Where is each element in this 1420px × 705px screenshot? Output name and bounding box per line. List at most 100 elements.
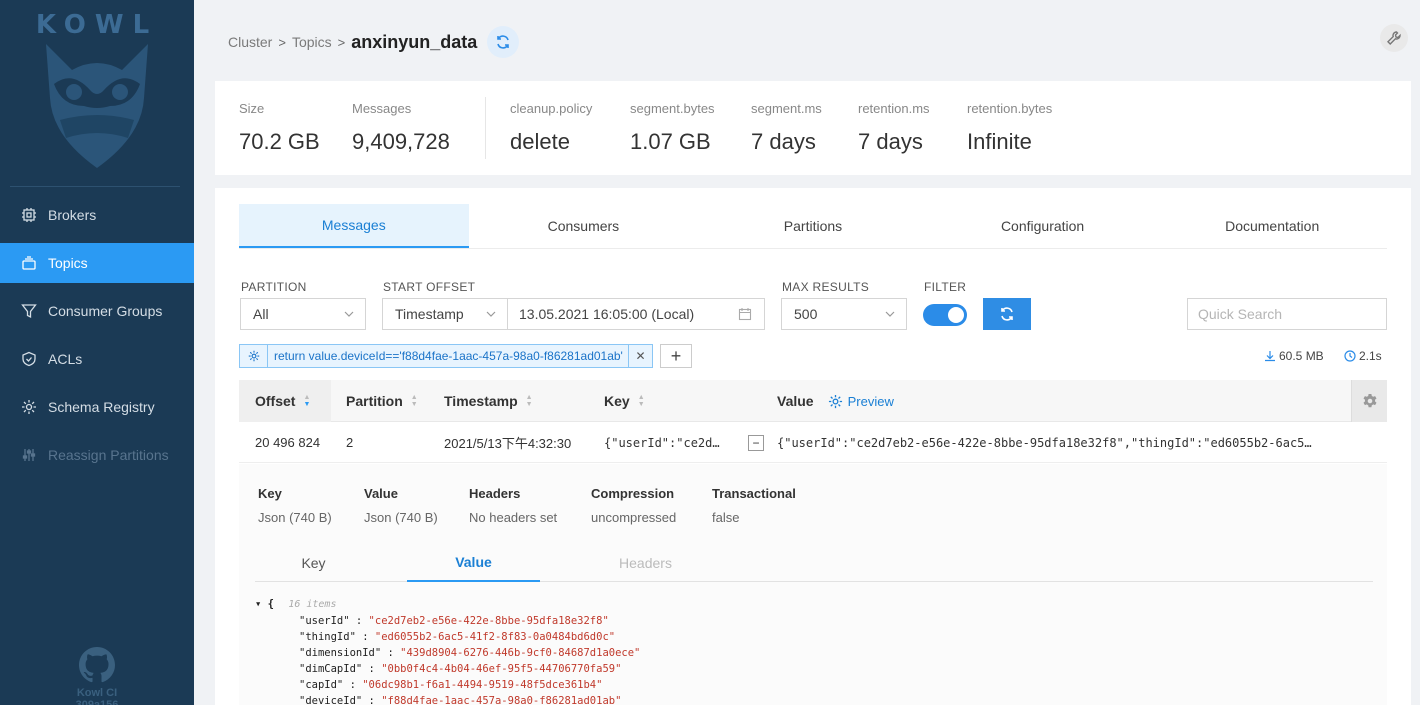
download-icon xyxy=(1265,351,1275,362)
footer-version: 309a156 xyxy=(75,699,119,705)
column-offset[interactable]: Offset ▲ ▼ xyxy=(239,380,331,422)
json-viewer: ▾ { 16 items "userId" : "ce2d7eb2-e56e-4… xyxy=(255,596,640,705)
stat-value: 7 days xyxy=(858,129,923,154)
json-key: "dimensionId" xyxy=(299,647,382,659)
detail-value-info: Value Json (740 B) xyxy=(364,486,438,525)
detail-headers: Headers No headers set xyxy=(469,486,557,525)
start-timestamp-picker[interactable]: 13.05.2021 16:05:00 (Local) xyxy=(507,298,765,330)
sidebar-divider xyxy=(10,186,180,187)
settings-tool-button[interactable] xyxy=(1380,24,1408,52)
quick-search-input[interactable] xyxy=(1187,298,1387,330)
json-string: "ed6055b2-6ac5-41f2-8f83-0a0484bd6d0c" xyxy=(374,631,616,643)
stat-value: Infinite xyxy=(967,129,1032,154)
json-root[interactable]: ▾ { 16 items xyxy=(255,596,640,613)
result-time: 2.1s xyxy=(1344,349,1382,363)
start-offset-value: Timestamp xyxy=(395,306,464,322)
stat-label: Size xyxy=(239,101,265,116)
json-item-count: 16 items xyxy=(288,599,337,610)
json-field: "dimCapId" : "0bb0f4c4-4b04-46ef-95f5-44… xyxy=(299,663,622,675)
plus-icon: + xyxy=(670,345,682,366)
column-label: Partition xyxy=(346,393,403,409)
detail-label: Transactional xyxy=(712,486,796,501)
collapse-row-button[interactable]: − xyxy=(748,435,764,451)
detail-label: Headers xyxy=(469,486,521,501)
sort-icon: ▲ ▼ xyxy=(303,394,311,408)
start-timestamp-value: 13.05.2021 16:05:00 (Local) xyxy=(519,306,695,322)
partition-select[interactable]: All xyxy=(240,298,366,330)
refresh-icon xyxy=(1001,307,1013,321)
table-row[interactable]: 20 496 824 2 2021/5/13下午4:32:30 {"userId… xyxy=(239,422,1387,463)
sidebar-item-schema-registry[interactable]: Schema Registry xyxy=(0,387,194,427)
funnel-icon xyxy=(20,302,38,320)
json-key: "deviceId" xyxy=(299,695,363,705)
sidebar-item-label: Reassign Partitions xyxy=(48,447,169,463)
minus-icon: − xyxy=(752,436,760,450)
row-offset: 20 496 824 xyxy=(255,435,321,450)
result-size-value: 60.5 MB xyxy=(1279,349,1324,363)
detail-value: false xyxy=(712,510,740,525)
stat-value: 70.2 GB xyxy=(239,129,320,154)
refresh-icon xyxy=(497,35,510,49)
start-offset-select[interactable]: Timestamp xyxy=(382,298,508,330)
tab-documentation[interactable]: Documentation xyxy=(1157,204,1387,248)
row-partition: 2 xyxy=(346,435,354,450)
kowl-logo[interactable]: KOWL xyxy=(0,0,194,186)
add-filter-button[interactable]: + xyxy=(660,344,692,368)
partition-value: All xyxy=(253,306,269,322)
detail-key: Key Json (740 B) xyxy=(258,486,332,525)
detail-value: Json (740 B) xyxy=(258,510,332,525)
github-icon[interactable] xyxy=(79,647,115,683)
breadcrumb: Cluster > Topics > anxinyun_data xyxy=(228,26,520,58)
json-string: "ce2d7eb2-e56e-422e-8bbe-95dfa18e32f8" xyxy=(368,615,609,627)
column-key[interactable]: Key ▲ ▼ xyxy=(604,380,645,422)
sidebar-item-acls[interactable]: ACLs xyxy=(0,339,194,379)
clock-icon xyxy=(1344,350,1356,362)
detail-tabs: Key Value Headers xyxy=(255,544,1373,582)
tab-value[interactable]: Value xyxy=(407,544,540,582)
json-string: "f88d4fae-1aac-457a-98a0-f86281ad01ab" xyxy=(381,695,622,705)
gear-icon xyxy=(20,398,38,416)
json-key: "thingId" xyxy=(299,631,356,643)
chevron-right-icon: > xyxy=(337,34,346,50)
tab-consumers[interactable]: Consumers xyxy=(469,204,699,248)
gear-icon[interactable] xyxy=(240,345,268,367)
column-value: Value Preview xyxy=(777,380,894,422)
stat-value: 1.07 GB xyxy=(630,129,711,154)
stat-value: 7 days xyxy=(751,129,816,154)
layers-icon xyxy=(20,254,38,272)
tab-configuration[interactable]: Configuration xyxy=(928,204,1158,248)
refresh-topic-button[interactable] xyxy=(487,26,520,58)
sidebar-footer: Kowl CI 309a156 xyxy=(0,647,194,705)
column-partition[interactable]: Partition ▲ ▼ xyxy=(346,380,418,422)
preview-button[interactable]: Preview xyxy=(828,394,894,409)
sidebar-item-topics[interactable]: Topics xyxy=(0,243,194,283)
column-timestamp[interactable]: Timestamp ▲ ▼ xyxy=(444,380,533,422)
breadcrumb-topics[interactable]: Topics xyxy=(292,34,332,50)
chevron-right-icon: > xyxy=(278,34,286,50)
filter-toggle[interactable] xyxy=(923,304,967,326)
breadcrumb-cluster[interactable]: Cluster xyxy=(228,34,272,50)
caret-down-icon[interactable]: ▾ xyxy=(255,598,261,610)
page-header: Cluster > Topics > anxinyun_data xyxy=(194,0,1420,80)
close-icon[interactable]: ✕ xyxy=(628,345,652,367)
tab-partitions[interactable]: Partitions xyxy=(698,204,928,248)
sidebar-item-consumer-groups[interactable]: Consumer Groups xyxy=(0,291,194,331)
json-string: "06dc98b1-f6a1-4494-9519-48f5dce361b4" xyxy=(362,679,603,691)
column-settings-button[interactable] xyxy=(1351,380,1387,422)
filter-code: return value.deviceId=='f88d4fae-1aac-45… xyxy=(274,349,623,363)
stat-messages: Messages 9,409,728 xyxy=(352,101,450,155)
search-refresh-button[interactable] xyxy=(983,298,1031,330)
sidebar-item-brokers[interactable]: Brokers xyxy=(0,195,194,235)
json-key: "userId" xyxy=(299,615,350,627)
stat-segment-bytes: segment.bytes 1.07 GB xyxy=(630,101,715,155)
stat-label: retention.ms xyxy=(858,101,930,116)
max-results-select[interactable]: 500 xyxy=(781,298,907,330)
json-key: "dimCapId" xyxy=(299,663,363,675)
json-string: "0bb0f4c4-4b04-46ef-95f5-44706770fa59" xyxy=(381,663,622,675)
chevron-down-icon xyxy=(885,311,895,317)
filter-tag[interactable]: return value.deviceId=='f88d4fae-1aac-45… xyxy=(239,344,653,368)
tab-key[interactable]: Key xyxy=(247,544,380,582)
calendar-icon xyxy=(738,308,752,321)
stat-cleanup-policy: cleanup.policy delete xyxy=(510,101,592,155)
tab-messages[interactable]: Messages xyxy=(239,204,469,248)
